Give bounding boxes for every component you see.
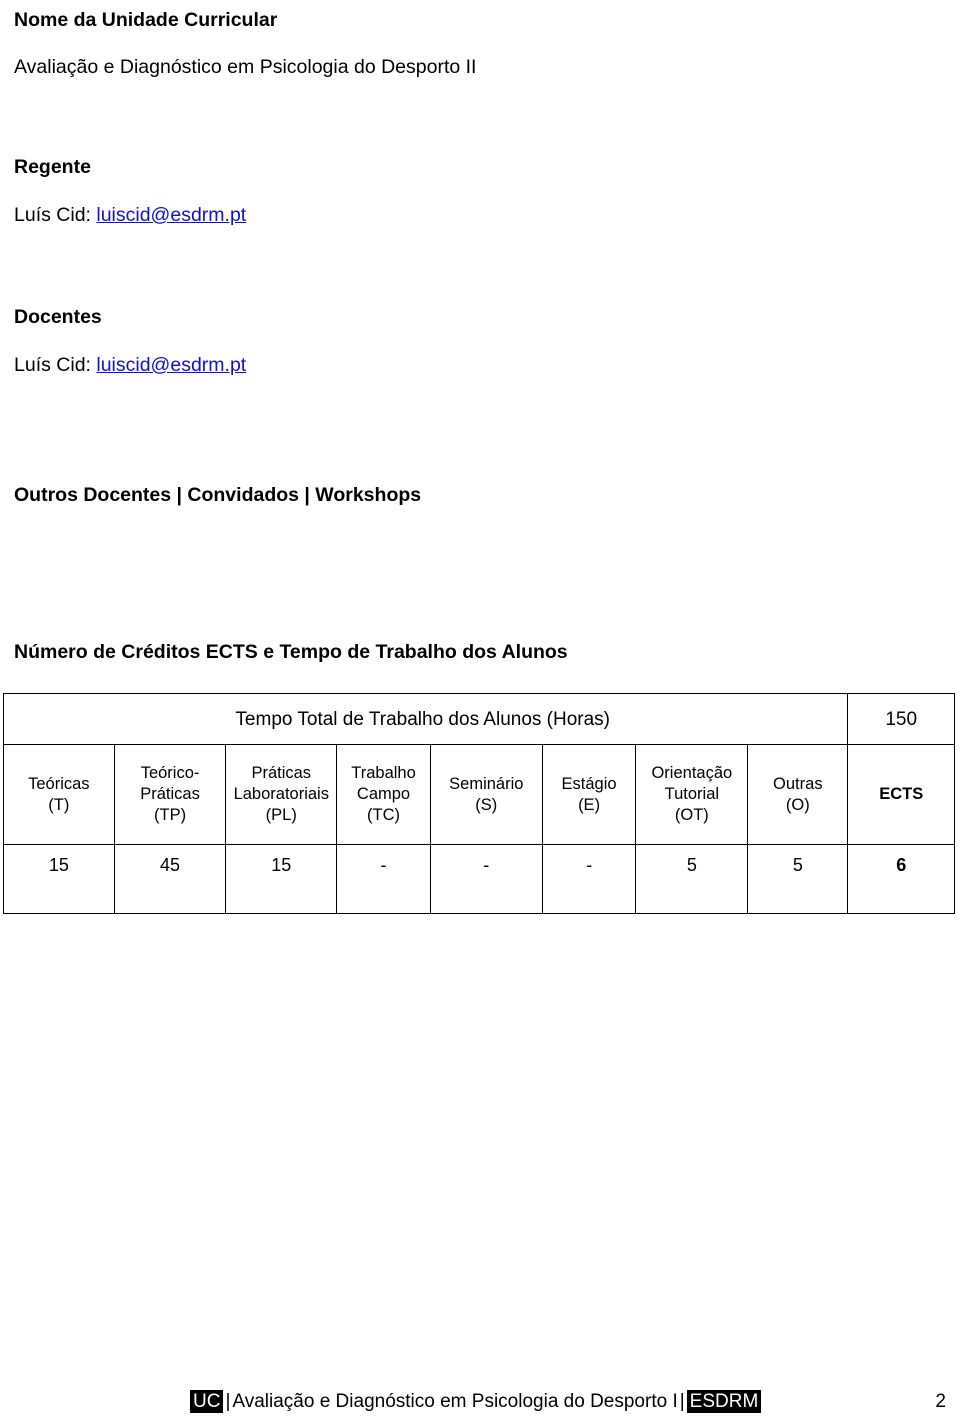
total-workload-label: Tempo Total de Trabalho dos Alunos (Hora…	[2, 693, 849, 745]
value-orientacao-tutorial: 5	[635, 844, 749, 914]
value-outras: 5	[747, 844, 849, 914]
value-ects: 6	[847, 844, 955, 914]
footer-page-number: 2	[935, 1391, 946, 1412]
col-header-teoricas: Teóricas (T)	[3, 744, 115, 845]
regente-email-link[interactable]: luiscid@esdrm.pt	[96, 204, 246, 226]
col-header-code: (TP)	[154, 806, 187, 824]
footer-tag-esdrm: ESDRM	[686, 1390, 762, 1413]
col-header-name-2: Laboratoriais	[233, 785, 329, 803]
regente-name-label: Luís Cid:	[14, 204, 97, 226]
value-teoricas: 15	[3, 844, 115, 914]
col-header-code: (PL)	[265, 806, 297, 824]
text-unidade-curricular-nome: Avaliação e Diagnóstico em Psicologia do…	[14, 56, 477, 78]
col-header-seminario: Seminário (S)	[429, 744, 543, 845]
docente-name-label: Luís Cid:	[14, 354, 97, 376]
col-header-estagio: Estágio (E)	[541, 744, 637, 845]
footer-tag-uc: UC	[190, 1390, 224, 1413]
col-header-name-2: Campo	[356, 785, 411, 803]
col-header-name: Outras	[773, 774, 823, 793]
col-header-name: Teórico-	[140, 764, 200, 782]
value-teorico-praticas: 45	[113, 844, 227, 914]
col-header-name: Estágio	[561, 774, 617, 793]
value-praticas-laboratoriais: 15	[225, 844, 338, 914]
col-header-code: (TC)	[367, 806, 400, 824]
page-footer: UC | Avaliação e Diagnóstico em Psicologia…	[0, 1388, 960, 1418]
col-header-code: (OT)	[674, 806, 709, 824]
document-page: Nome da Unidade Curricular Avaliação e D…	[0, 0, 960, 1425]
heading-outros-docentes-convidados-workshops: Outros Docentes | Convidados | Workshops	[14, 484, 422, 506]
footer-content: UC | Avaliação e Diagnóstico em Psicologia…	[190, 1388, 762, 1416]
col-header-name: Teóricas	[28, 774, 90, 793]
heading-regente: Regente	[14, 156, 91, 178]
table-row-values: 15 45 15 - - - 5 5 6	[3, 844, 955, 914]
heading-docentes: Docentes	[14, 306, 102, 328]
docente-email-link[interactable]: luiscid@esdrm.pt	[96, 354, 246, 376]
value-seminario: -	[429, 844, 543, 914]
col-header-outras: Outras (O)	[747, 744, 849, 845]
text-regente-line: Luís Cid: luiscid@esdrm.pt	[14, 203, 246, 227]
col-header-praticas-laboratoriais: Práticas Laboratoriais (PL)	[225, 744, 338, 845]
footer-course-title: Avaliação e Diagnóstico em Psicologia do…	[232, 1391, 678, 1412]
col-header-teorico-praticas: Teórico- Práticas (TP)	[113, 744, 227, 845]
col-header-name: ECTS	[879, 785, 924, 803]
col-header-name-2: Tutorial	[664, 785, 720, 803]
col-header-name: Práticas	[251, 764, 312, 782]
col-header-name: Seminário	[449, 774, 524, 793]
col-header-code: (T)	[48, 795, 70, 814]
ects-workload-table: Tempo Total de Trabalho dos Alunos (Hora…	[2, 693, 955, 914]
heading-nome-da-unidade-curricular: Nome da Unidade Curricular	[14, 9, 278, 31]
col-header-code: (S)	[475, 795, 498, 814]
text-docentes-line: Luís Cid: luiscid@esdrm.pt	[14, 353, 246, 377]
col-header-name: Trabalho	[351, 764, 416, 782]
footer-separator-2: |	[679, 1391, 685, 1412]
value-estagio: -	[541, 844, 637, 914]
heading-numero-de-creditos-ects: Número de Créditos ECTS e Tempo de Traba…	[14, 641, 568, 663]
total-workload-value: 150	[847, 693, 955, 745]
col-header-code: (O)	[785, 795, 810, 814]
col-header-code: (E)	[578, 795, 601, 814]
col-header-name: Orientação	[651, 764, 733, 782]
table-row-total: Tempo Total de Trabalho dos Alunos (Hora…	[2, 693, 955, 745]
col-header-orientacao-tutorial: Orientação Tutorial (OT)	[635, 744, 749, 845]
table-row-headers: Teóricas (T) Teórico- Práticas (TP) Prát…	[3, 744, 955, 845]
value-trabalho-campo: -	[336, 844, 431, 914]
col-header-ects: ECTS	[847, 744, 955, 845]
col-header-name-2: Práticas	[140, 785, 200, 803]
col-header-trabalho-campo: Trabalho Campo (TC)	[336, 744, 431, 845]
